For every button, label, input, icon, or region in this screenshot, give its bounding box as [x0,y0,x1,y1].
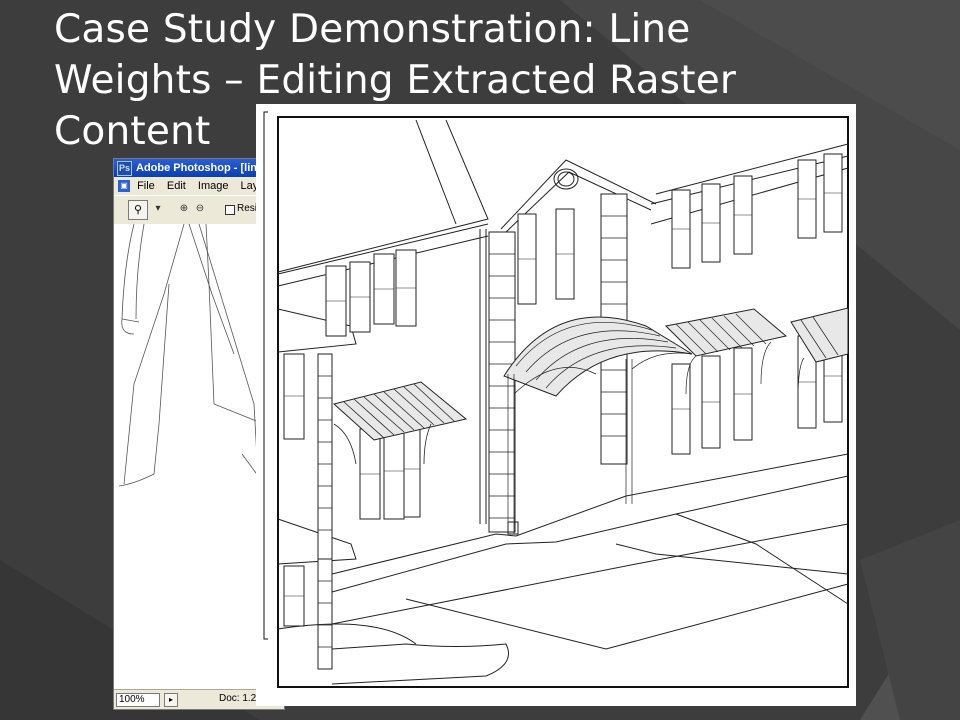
menu-image[interactable]: Image [198,180,229,192]
photoshop-icon: Ps [117,161,132,176]
building-elevation-drawing [263,111,849,688]
title-line-1: Case Study Demonstration: Line [54,7,691,52]
document-icon[interactable]: ▣ [118,180,130,192]
menu-file[interactable]: File [137,180,155,192]
resize-windows-checkbox[interactable] [225,205,235,215]
zoom-tool-icon[interactable]: ⚲ [128,200,148,220]
extracted-raster-image [256,104,856,706]
zoom-in-icon[interactable]: ⊕ [178,203,190,215]
tool-preset-dropdown-icon[interactable]: ▾ [152,203,164,215]
zoom-out-icon[interactable]: ⊖ [194,203,206,215]
status-menu-icon[interactable]: ▸ [164,693,178,707]
menu-edit[interactable]: Edit [167,180,186,192]
window-title: Adobe Photoshop - [line [136,162,264,174]
title-line-2: Weights – Editing Extracted Raster [54,58,737,103]
zoom-level-field[interactable]: 100% [116,693,160,707]
